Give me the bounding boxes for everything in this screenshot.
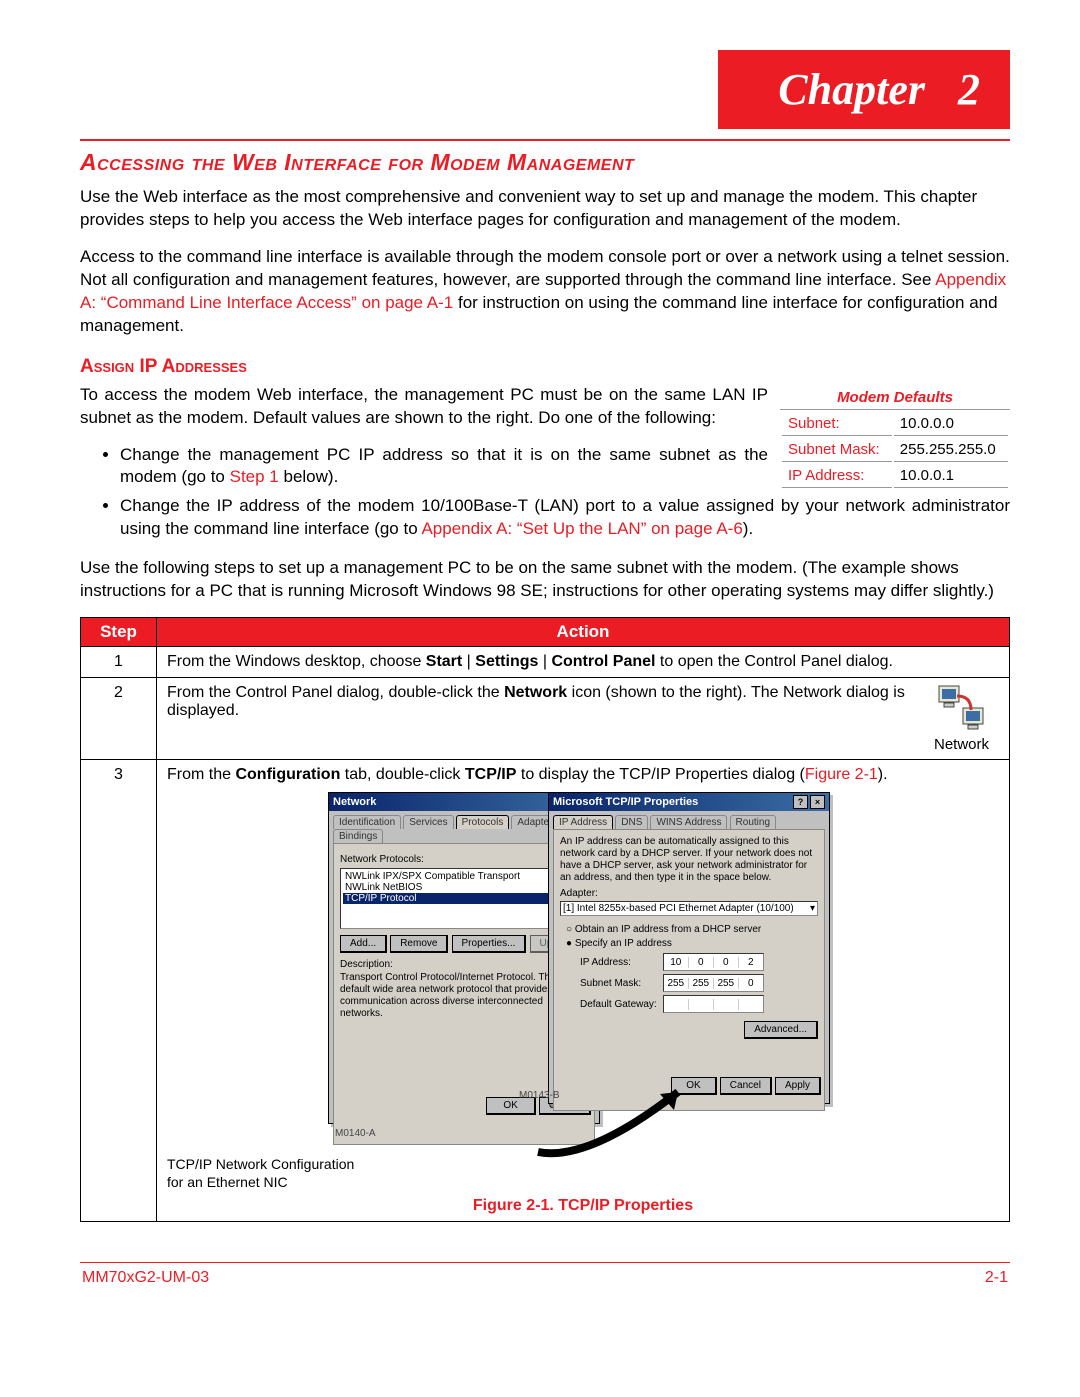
table-row: 1 From the Windows desktop, choose Start… [81, 647, 1010, 678]
subnet-mask-input[interactable]: 2552552550 [663, 974, 764, 992]
ip-address-input[interactable]: 10002 [663, 953, 764, 971]
table-row: 3 From the Configuration tab, double-cli… [81, 760, 1010, 1222]
footer-rule [80, 1262, 1010, 1263]
section-rule [80, 139, 1010, 141]
tab-bindings[interactable]: Bindings [333, 829, 383, 843]
cancel-button[interactable]: Cancel [720, 1077, 772, 1095]
chapter-label: Chapter [778, 65, 925, 114]
figure-mark: M0143-B [519, 1090, 560, 1101]
table-row: Subnet:10.0.0.0 [782, 412, 1008, 436]
ok-button[interactable]: OK [671, 1077, 716, 1095]
advanced-button[interactable]: Advanced... [744, 1021, 818, 1039]
radio-dhcp[interactable]: ○ Obtain an IP address from a DHCP serve… [566, 924, 818, 935]
table-row: Subnet Mask:255.255.255.0 [782, 438, 1008, 462]
network-icon: Network [924, 684, 999, 753]
figure-mark: M0140-A [335, 1128, 376, 1139]
footer-doc-id: MM70xG2-UM-03 [82, 1269, 209, 1287]
assign-paragraph-2: Use the following steps to set up a mana… [80, 557, 1010, 603]
tab-protocols[interactable]: Protocols [456, 815, 510, 829]
modem-defaults-table: Modem Defaults Subnet:10.0.0.0 Subnet Ma… [780, 386, 1010, 490]
chapter-number: 2 [958, 65, 980, 114]
chapter-badge: Chapter 2 [718, 50, 1010, 129]
figure-2-1-link[interactable]: Figure 2-1 [805, 766, 878, 783]
tab-services[interactable]: Services [403, 815, 453, 829]
close-icon[interactable]: × [810, 795, 825, 809]
bullet-item-2: Change the IP address of the modem 10/10… [120, 495, 1010, 541]
figure-caption: Figure 2-1. TCP/IP Properties [167, 1197, 999, 1215]
radio-specify[interactable]: ● Specify an IP address [566, 938, 818, 949]
tcpip-properties-dialog: Microsoft TCP/IP Properties ?× IP Addres… [548, 792, 830, 1104]
assign-ip-title: Assign IP Addresses [80, 356, 1010, 378]
gateway-input[interactable] [663, 995, 764, 1013]
adapter-select[interactable]: [1] Intel 8255x-based PCI Ethernet Adapt… [560, 901, 818, 916]
table-row: 2 Network From the Control Panel dialog,… [81, 678, 1010, 760]
step-1-link[interactable]: Step 1 [230, 467, 279, 486]
add-button[interactable]: Add... [340, 935, 387, 953]
intro-paragraph-2: Access to the command line interface is … [80, 246, 1010, 338]
figure-annotation: TCP/IP Network Configuration for an Ethe… [167, 1156, 367, 1191]
tab-routing[interactable]: Routing [730, 815, 776, 829]
help-icon[interactable]: ? [793, 795, 808, 809]
steps-table: Step Action 1 From the Windows desktop, … [80, 617, 1010, 1222]
intro-paragraph-1: Use the Web interface as the most compre… [80, 186, 1010, 232]
remove-button[interactable]: Remove [390, 935, 448, 953]
tab-identification[interactable]: Identification [333, 815, 401, 829]
col-step: Step [81, 618, 157, 647]
modem-defaults-caption: Modem Defaults [780, 386, 1010, 409]
appendix-a-lan-link[interactable]: Appendix A: “Set Up the LAN” on page A-6 [421, 519, 742, 538]
tab-ip-address[interactable]: IP Address [553, 815, 613, 829]
properties-button[interactable]: Properties... [452, 935, 527, 953]
col-action: Action [157, 618, 1010, 647]
footer-page-num: 2-1 [985, 1269, 1008, 1287]
figure-dialogs: Network ?× Identification Services Proto… [328, 792, 838, 1152]
tab-dns[interactable]: DNS [615, 815, 648, 829]
apply-button[interactable]: Apply [775, 1077, 821, 1095]
table-row: IP Address:10.0.0.1 [782, 464, 1008, 488]
tab-wins[interactable]: WINS Address [650, 815, 727, 829]
section-title: Accessing the Web Interface for Modem Ma… [80, 149, 1010, 176]
